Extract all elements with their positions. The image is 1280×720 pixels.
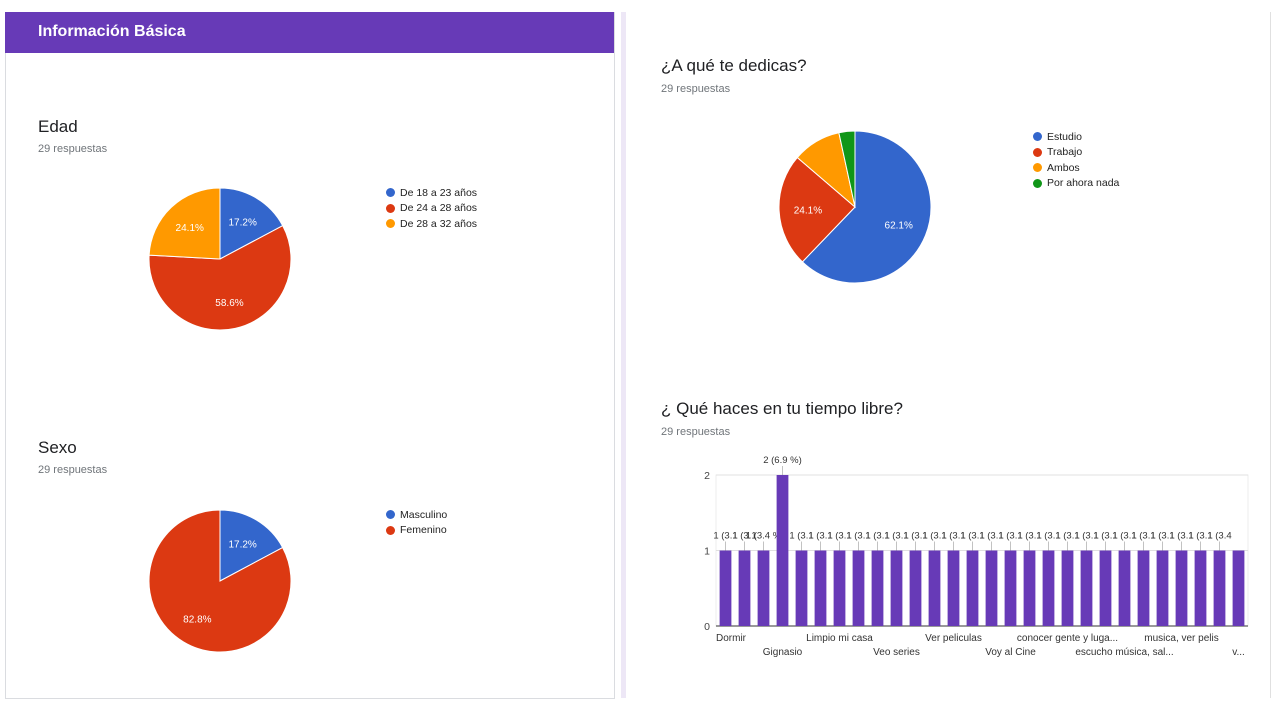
legend-swatch — [1033, 163, 1042, 173]
response-count-dedicas: 29 respuestas — [661, 83, 731, 95]
y-tick-label: 2 — [704, 470, 710, 482]
question-title-sexo: Sexo — [38, 438, 77, 457]
bar — [1023, 550, 1036, 626]
legend-label: Trabajo — [1047, 146, 1083, 159]
legend-item: De 28 a 32 años — [386, 216, 477, 232]
x-tick-label: Voy al Cine — [985, 647, 1036, 658]
section-header: Información Básica — [5, 12, 614, 53]
legend-item: De 24 a 28 años — [386, 201, 477, 217]
x-tick-label: Limpio mi casa — [806, 633, 873, 644]
legend-swatch — [386, 203, 395, 213]
edad-slice-label: 17.2% — [228, 217, 256, 228]
section-title: Información Básica — [38, 23, 186, 40]
legend-edad: De 18 a 23 años De 24 a 28 años De 28 a … — [386, 185, 477, 232]
bar — [1061, 550, 1074, 626]
bar — [833, 550, 846, 626]
legend-item: Ambos — [1033, 160, 1119, 176]
bar — [852, 550, 865, 626]
x-tick-label: conocer gente y luga... — [1017, 633, 1118, 644]
legend-label: Masculino — [400, 508, 448, 521]
x-tick-label: Gignasio — [763, 647, 803, 658]
x-tick-label: musica, ver pelis — [1144, 633, 1218, 644]
sexo-slice-label: 17.2% — [228, 539, 256, 550]
bar — [1042, 550, 1055, 626]
legend-item: Por ahora nada — [1033, 176, 1119, 192]
legend-item: Masculino — [386, 507, 447, 523]
bar — [871, 550, 884, 626]
dedicas-slice-label: 24.1% — [794, 205, 822, 216]
response-count-tiempo: 29 respuestas — [661, 426, 731, 438]
response-count-edad: 29 respuestas — [38, 143, 108, 155]
legend-swatch — [1033, 132, 1042, 142]
x-tick-label: Veo series — [873, 647, 920, 658]
bar — [909, 550, 922, 626]
legend-swatch — [1033, 178, 1042, 188]
legend-label: Femenino — [400, 524, 447, 537]
bar — [1137, 550, 1150, 626]
bar — [1232, 550, 1245, 626]
x-tick-label: escucho música, sal... — [1075, 647, 1173, 658]
legend-item: De 18 a 23 años — [386, 185, 477, 201]
bar — [1194, 550, 1207, 626]
x-tick-label: Ver peliculas — [925, 633, 982, 644]
legend-item: Femenino — [386, 523, 447, 539]
bar — [928, 550, 941, 626]
question-title-dedicas: ¿A qué te dedicas? — [661, 56, 807, 75]
bar-value-label: 2 (6.9 %) — [763, 455, 802, 466]
y-tick-label: 0 — [704, 621, 710, 633]
bar — [757, 550, 770, 626]
legend-label: Por ahora nada — [1047, 177, 1120, 190]
left-form-card — [5, 12, 615, 699]
legend-label: De 18 a 23 años — [400, 186, 478, 199]
legend-swatch — [1033, 147, 1042, 157]
bar-value-label: 1 (3.4 — [1207, 531, 1231, 542]
bar — [1080, 550, 1093, 626]
bar — [947, 550, 960, 626]
legend-dedicas: Estudio Trabajo Ambos Por ahora nada — [1033, 129, 1119, 191]
legend-label: Estudio — [1047, 130, 1083, 143]
y-tick-label: 1 — [704, 546, 710, 558]
legend-item: Estudio — [1033, 129, 1119, 145]
right-card-border — [1270, 12, 1271, 698]
legend-swatch — [386, 525, 395, 535]
x-tick-label: Dormir — [716, 633, 747, 644]
column-divider — [621, 12, 626, 698]
bar — [814, 550, 827, 626]
bar — [738, 550, 751, 626]
bar-chart-tiempo: 0121 (3.11 (3.11 (3.4 %2 (6.9 %)1 (3.11 … — [704, 455, 1249, 658]
bar — [966, 550, 979, 626]
bar-value-label: 1 (3.4 % — [746, 531, 782, 542]
bar — [1213, 550, 1226, 626]
bar — [1175, 550, 1188, 626]
legend-label: De 28 a 32 años — [400, 217, 478, 230]
x-tick-label: v... — [1232, 647, 1245, 658]
bar — [1118, 550, 1131, 626]
bar — [776, 475, 789, 626]
bar — [1099, 550, 1112, 626]
legend-sexo: Masculino Femenino — [386, 507, 447, 538]
bar — [1004, 550, 1017, 626]
legend-swatch — [386, 510, 395, 520]
bar — [719, 550, 732, 626]
legend-label: De 24 a 28 años — [400, 202, 478, 215]
legend-swatch — [386, 188, 395, 198]
legend-swatch — [386, 219, 395, 229]
edad-slice-label: 24.1% — [176, 223, 204, 234]
bar — [985, 550, 998, 626]
question-title-tiempo: ¿ Qué haces en tu tiempo libre? — [661, 399, 903, 418]
bar — [890, 550, 903, 626]
response-count-sexo: 29 respuestas — [38, 464, 108, 476]
question-title-edad: Edad — [38, 117, 78, 136]
sexo-slice-label: 82.8% — [183, 615, 211, 626]
dedicas-slice-label: 62.1% — [885, 221, 913, 232]
edad-slice-label: 58.6% — [215, 298, 243, 309]
legend-item: Trabajo — [1033, 145, 1119, 161]
legend-label: Ambos — [1047, 161, 1080, 174]
bar — [795, 550, 808, 626]
bar — [1156, 550, 1169, 626]
